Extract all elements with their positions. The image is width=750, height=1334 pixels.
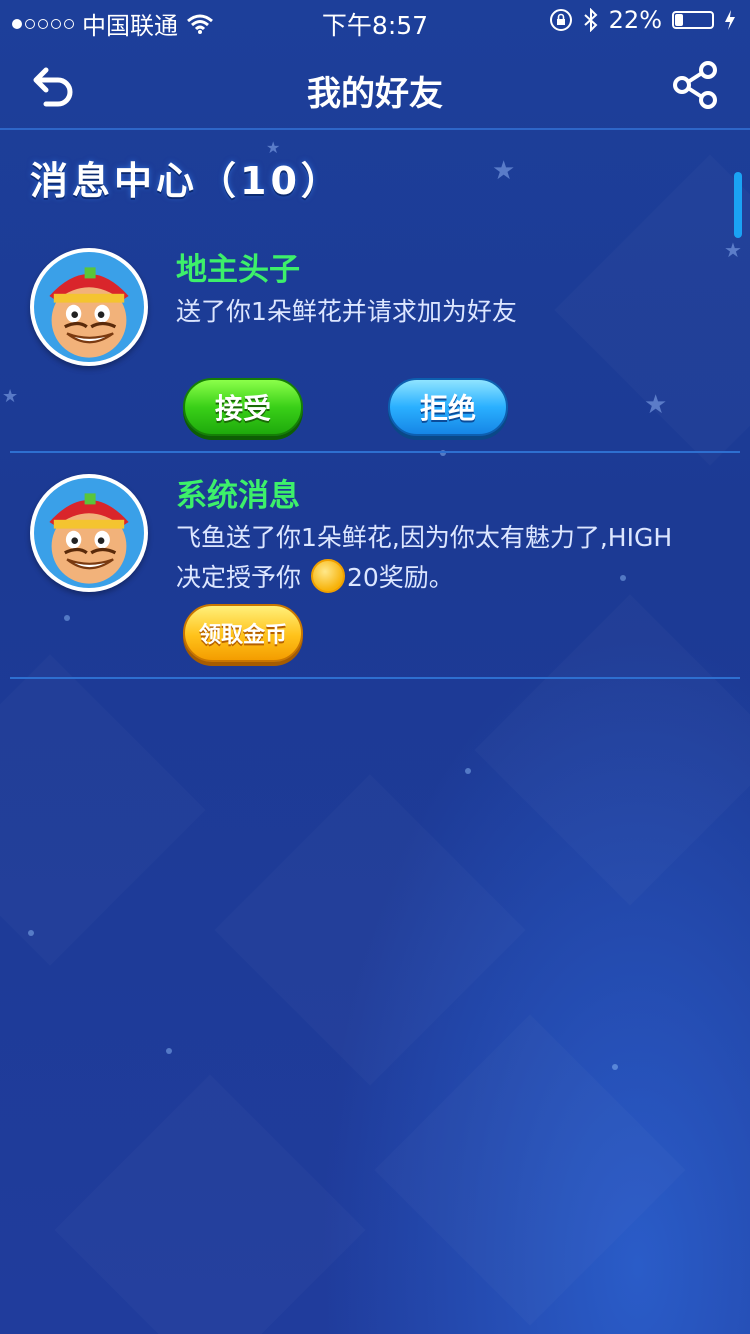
sender-name: 系统消息 <box>176 478 300 514</box>
page-title: 我的好友 <box>307 74 443 114</box>
battery-percent: 22% <box>608 6 662 34</box>
cartoon-landlord-avatar <box>34 478 144 588</box>
share-icon[interactable] <box>670 60 720 110</box>
gold-coin-icon <box>310 559 345 593</box>
divider <box>10 677 740 679</box>
scrollbar[interactable] <box>734 172 742 238</box>
battery-icon <box>672 11 714 29</box>
avatar[interactable] <box>30 248 148 366</box>
message-line-2-prefix: 决定授予你 <box>176 563 302 592</box>
divider <box>10 451 740 453</box>
claim-coins-button[interactable]: 领取金币 <box>183 604 303 662</box>
accept-button[interactable]: 接受 <box>183 378 303 436</box>
message-line-2-suffix: 20奖励。 <box>346 563 454 592</box>
message-line-2: 决定授予你 20奖励。 <box>176 558 716 598</box>
sender-name: 地主头子 <box>176 252 300 288</box>
cartoon-landlord-avatar <box>34 252 144 362</box>
rotation-lock-icon <box>549 9 572 31</box>
message-line-1: 飞鱼送了你1朵鲜花,因为你太有魅力了,HIGH <box>176 523 673 552</box>
message-center-title: 消息中心（10） <box>30 159 343 203</box>
reject-button[interactable]: 拒绝 <box>388 378 508 436</box>
message-text: 送了你1朵鲜花并请求加为好友 <box>176 297 517 326</box>
bluetooth-icon <box>583 8 598 32</box>
message-text: 飞鱼送了你1朵鲜花,因为你太有魅力了,HIGH 决定授予你 20奖励。 <box>176 518 716 598</box>
status-bar: 中国联通 下午8:57 22% <box>0 0 750 40</box>
charging-bolt-icon <box>725 10 735 30</box>
status-right: 22% <box>549 6 736 34</box>
avatar[interactable] <box>30 474 148 592</box>
nav-bar: 我的好友 <box>0 40 750 130</box>
